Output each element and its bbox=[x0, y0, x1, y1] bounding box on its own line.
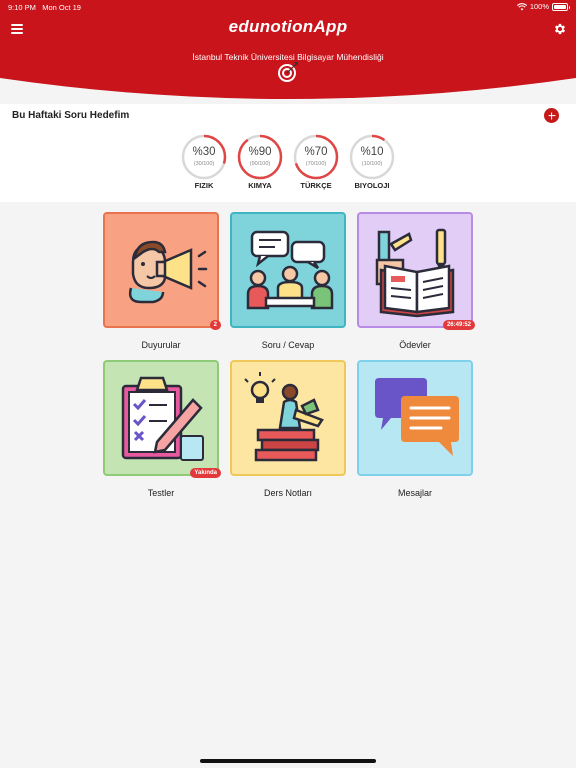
tile-label: Ödevler bbox=[399, 340, 431, 350]
gear-icon[interactable] bbox=[553, 22, 567, 36]
tile-box: 26:49:52 bbox=[357, 212, 475, 330]
chat-bubbles-icon bbox=[375, 378, 459, 456]
add-goal-button[interactable] bbox=[544, 108, 559, 123]
goal-fraction: (10/100) bbox=[361, 161, 383, 167]
checklist-icon bbox=[121, 376, 204, 461]
countdown-badge: 26:49:52 bbox=[442, 320, 475, 330]
goal-label: TÜRKÇE bbox=[300, 181, 332, 190]
goal-percent: %30 bbox=[192, 146, 216, 158]
battery-icon bbox=[552, 2, 570, 11]
battery-percent: 100% bbox=[529, 2, 549, 11]
tile-label: Mesajlar bbox=[397, 488, 432, 498]
discussion-icon bbox=[246, 230, 334, 310]
status-time-date: 9:10 PM Mon Oct 19 bbox=[8, 3, 81, 12]
goal-gauge-biyoloji[interactable]: %10 (10/100) BIYOLOJI bbox=[348, 134, 396, 190]
goal-fraction: (30/100) bbox=[193, 161, 215, 167]
megaphone-icon bbox=[128, 240, 208, 304]
status-indicators: 100% bbox=[516, 2, 570, 11]
goal-gauge-fizik[interactable]: %30 (30/100) FIZIK bbox=[180, 134, 228, 190]
goal-label: KIMYA bbox=[248, 181, 272, 190]
goal-gauge-kimya[interactable]: %90 (90/100) KIMYA bbox=[236, 134, 284, 190]
tile-soru-cevap[interactable]: Soru / Cevap bbox=[230, 212, 346, 350]
goals-title: Bu Haftaki Soru Hedefim bbox=[12, 110, 130, 121]
tile-label: Testler bbox=[147, 488, 175, 498]
tile-box: 2 bbox=[103, 212, 221, 330]
tile-mesajlar[interactable]: Mesajlar bbox=[357, 360, 473, 498]
target-icon bbox=[278, 62, 298, 82]
app-title: edunotionApp bbox=[228, 17, 348, 36]
tile-duyurular[interactable]: 2 Duyurular bbox=[103, 212, 221, 350]
tile-label: Duyurular bbox=[141, 340, 181, 350]
tile-box: Yakında bbox=[103, 360, 221, 478]
notification-badge: 2 bbox=[209, 320, 221, 330]
home-indicator[interactable] bbox=[200, 759, 376, 763]
app-header: edunotionApp İstanbul Teknik Üniversites… bbox=[0, 0, 576, 104]
tile-box bbox=[230, 212, 346, 328]
goal-fraction: (70/100) bbox=[305, 161, 327, 167]
tile-ders-notlari[interactable]: Ders Notları bbox=[230, 360, 346, 498]
goal-percent: %90 bbox=[248, 146, 272, 158]
goal-fraction: (90/100) bbox=[249, 161, 271, 167]
wifi-icon bbox=[516, 2, 527, 10]
coming-soon-badge: Yakında bbox=[190, 468, 221, 478]
tile-label: Soru / Cevap bbox=[261, 340, 315, 350]
study-notes-icon bbox=[244, 372, 324, 462]
goal-percent: %70 bbox=[304, 146, 328, 158]
weekly-goals-panel: Bu Haftaki Soru Hedefim %30 (30/100) FIZ… bbox=[0, 104, 576, 202]
goal-gauge-turkce[interactable]: %70 (70/100) TÜRKÇE bbox=[292, 134, 340, 190]
goal-label: FIZIK bbox=[194, 181, 214, 190]
tile-box bbox=[357, 360, 473, 476]
goal-percent: %10 bbox=[360, 146, 384, 158]
status-bar: 9:10 PM Mon Oct 19 100% bbox=[0, 0, 576, 14]
homework-book-icon bbox=[375, 228, 455, 318]
tile-odevler[interactable]: 26:49:52 Ödevler bbox=[357, 212, 475, 350]
tile-box bbox=[230, 360, 346, 476]
tile-testler[interactable]: Yakında Testler bbox=[103, 360, 221, 498]
goal-label: BIYOLOJI bbox=[354, 181, 390, 190]
tile-label: Ders Notları bbox=[263, 488, 312, 498]
